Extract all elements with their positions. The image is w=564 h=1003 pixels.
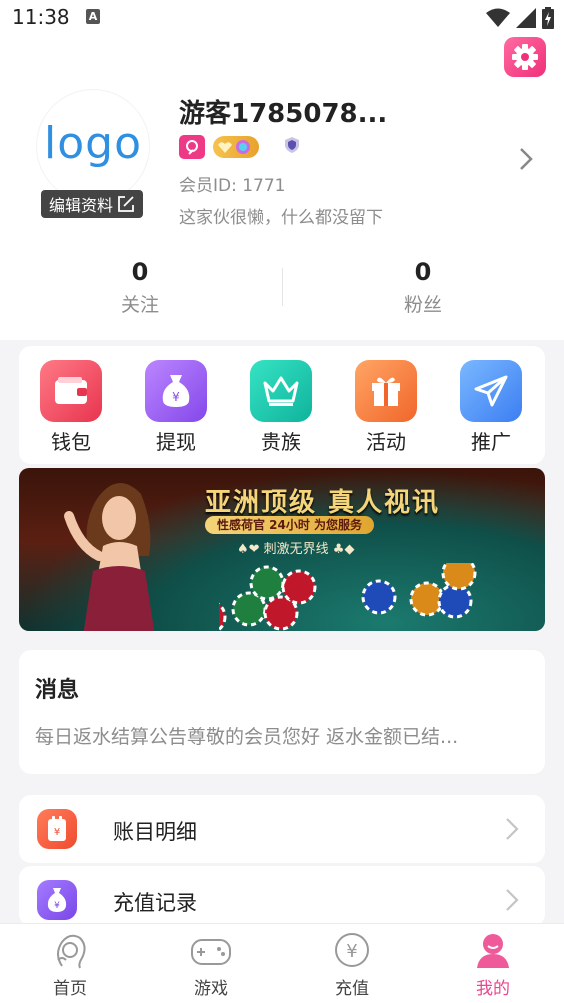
tab-label: 充值 — [335, 979, 369, 999]
tab-label: 我的 — [476, 979, 510, 999]
wallet-icon — [40, 360, 102, 422]
username: 游客1785078... — [179, 99, 388, 129]
gift-icon — [355, 360, 417, 422]
banner-subtitle: 性感荷官 24小时 为您服务 — [205, 516, 375, 534]
money-bag-icon: ¥ — [145, 360, 207, 422]
status-icons — [486, 7, 554, 29]
member-id: 会员ID: 1771 — [179, 176, 286, 196]
tab-recharge[interactable]: ¥ 充值 — [302, 930, 402, 999]
avatar[interactable]: logo — [37, 90, 149, 202]
paper-plane-icon — [460, 360, 522, 422]
chevron-right-icon — [506, 889, 519, 911]
stats-divider — [282, 268, 283, 306]
quick-action-label: 活动 — [366, 430, 406, 454]
fans-label: 粉丝 — [403, 294, 442, 316]
status-time: 11:38 — [12, 5, 70, 29]
money-bag-icon: ¥ — [37, 880, 77, 920]
quick-action-wallet[interactable]: 钱包 — [31, 360, 111, 455]
edit-icon — [118, 196, 134, 212]
chevron-right-icon[interactable] — [518, 146, 534, 172]
menu-item-label: 充值记录 — [113, 891, 197, 915]
ledger-icon: ¥ — [37, 809, 77, 849]
message-preview: 每日返水结算公告尊敬的会员您好 返水金额已结... — [35, 726, 459, 748]
notification-icon: A — [86, 9, 100, 24]
tab-games[interactable]: 游戏 — [161, 930, 261, 999]
quick-action-label: 钱包 — [51, 430, 91, 454]
svg-text:¥: ¥ — [54, 827, 60, 838]
quick-action-nobility[interactable]: 贵族 — [241, 360, 321, 455]
following-label: 关注 — [120, 294, 159, 316]
shield-badge-icon — [285, 137, 299, 157]
quick-action-activity[interactable]: 活动 — [346, 360, 426, 455]
tab-label: 游戏 — [194, 979, 228, 999]
bottom-tab-bar: 首页 游戏 ¥ 充值 我的 — [0, 923, 564, 1003]
settings-button[interactable] — [504, 37, 546, 77]
following-count: 0 — [131, 258, 149, 286]
menu-item-account-details[interactable]: ¥ 账目明细 — [19, 795, 545, 863]
fans-stat[interactable]: 0 粉丝 — [323, 258, 523, 317]
promo-banner[interactable]: 亚洲顶级 真人视讯 性感荷官 24小时 为您服务 ♠❤ 刺激无界线 ♣◆ — [19, 468, 545, 631]
chips-image — [219, 563, 477, 631]
quick-action-promote[interactable]: 推广 — [451, 360, 531, 455]
battery-icon — [542, 7, 554, 29]
crown-icon — [250, 360, 312, 422]
menu-item-recharge-records[interactable]: ¥ 充值记录 — [19, 866, 545, 926]
tab-home[interactable]: 首页 — [20, 930, 120, 999]
tab-label: 首页 — [53, 979, 87, 999]
yuan-coin-icon: ¥ — [335, 933, 369, 967]
svg-text:¥: ¥ — [54, 901, 60, 911]
banner-title: 亚洲顶级 真人视讯 — [205, 488, 441, 518]
edit-profile-label: 编辑资料 — [48, 196, 113, 215]
messages-card[interactable]: 消息 每日返水结算公告尊敬的会员您好 返水金额已结... — [19, 650, 545, 774]
tab-mine[interactable]: 我的 — [443, 930, 543, 999]
user-bio: 这家伙很懒，什么都没留下 — [179, 208, 383, 228]
gear-icon — [512, 44, 538, 70]
status-bar: 11:38 A — [0, 0, 564, 36]
messages-title: 消息 — [35, 678, 80, 703]
chevron-right-icon — [506, 818, 519, 840]
wifi-icon — [486, 8, 510, 27]
following-stat[interactable]: 0 关注 — [40, 258, 240, 317]
edit-profile-button[interactable]: 编辑资料 — [41, 190, 143, 218]
svg-text:¥: ¥ — [172, 390, 180, 404]
quick-action-label: 提现 — [156, 430, 196, 454]
quick-action-withdraw[interactable]: ¥ 提现 — [136, 360, 216, 455]
home-girl-icon — [57, 934, 86, 969]
signal-icon — [516, 8, 536, 28]
user-icon — [477, 934, 509, 968]
user-badges — [179, 135, 299, 159]
gamepad-icon — [191, 939, 231, 965]
fans-count: 0 — [414, 258, 432, 286]
quick-actions-card: 钱包 ¥ 提现 贵族 活动 推广 — [19, 346, 545, 464]
quick-action-label: 贵族 — [261, 430, 301, 454]
banner-tagline: ♠❤ 刺激无界线 ♣◆ — [237, 542, 355, 557]
avatar-logo-text: logo — [44, 117, 142, 169]
quick-action-label: 推广 — [471, 430, 511, 454]
dealer-image — [64, 482, 155, 631]
menu-item-label: 账目明细 — [113, 820, 197, 844]
search-badge-icon — [179, 135, 205, 159]
svg-text:¥: ¥ — [346, 941, 357, 962]
level-badge-icon — [213, 136, 259, 158]
